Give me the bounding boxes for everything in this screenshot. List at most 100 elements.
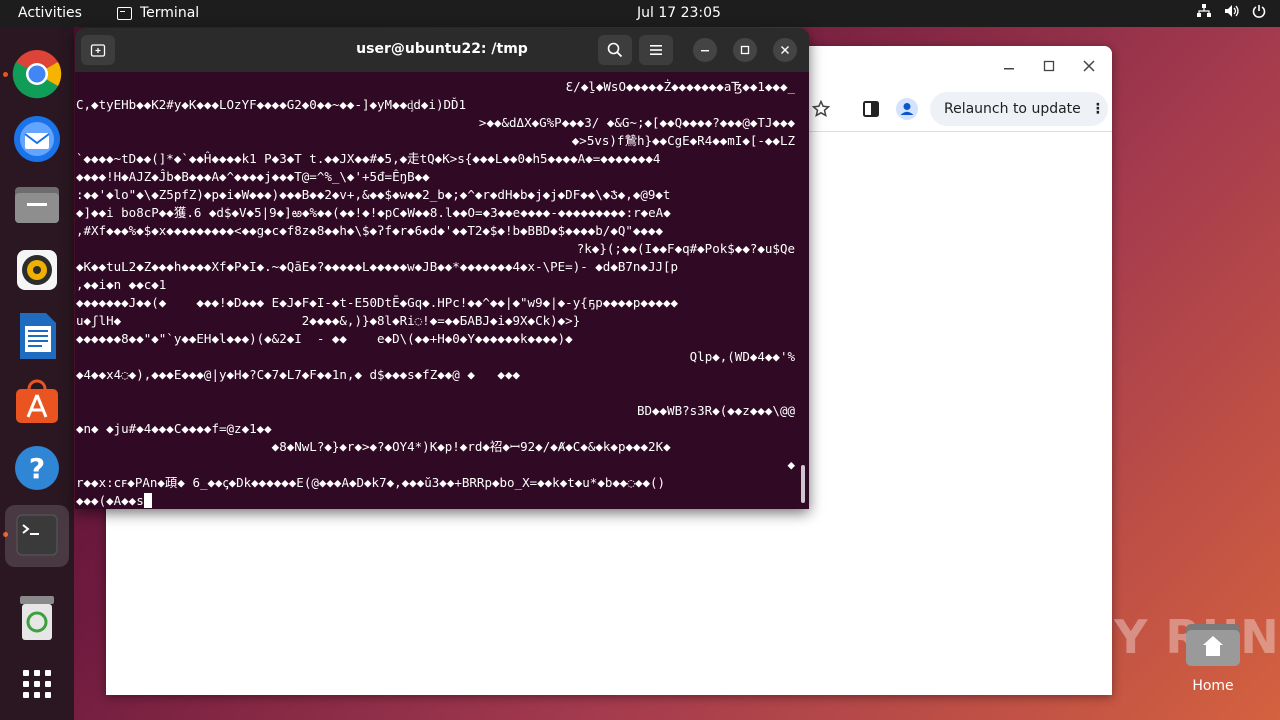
terminal-line: Ɛ/◆ḻ◆WsO◆◆◆◆◆Ż◆◆◆◆◆◆◆aꜨ◆◆1◆◆◆_ [76,78,795,96]
trash-icon[interactable] [10,591,64,645]
relaunch-to-update-button[interactable]: Relaunch to update ⋮ [930,92,1108,126]
minimize-icon [701,50,709,52]
terminal-line: ◆4◆◆x4◌◆),◆◆◆E◆◆◆@|y◆H◆?C◆7◆L7◆F◆◆1n,◆ d… [76,366,795,384]
app-menu-label: Terminal [140,5,200,21]
rhythmbox-icon[interactable] [10,243,64,297]
network-icon [1196,4,1212,22]
new-tab-button[interactable] [81,35,115,65]
volume-icon [1224,4,1240,22]
help-icon[interactable]: ? [10,441,64,495]
chrome-icon[interactable] [10,47,64,101]
terminal-line: ◆8◆NwL?◆}◆r◆>◆?◆OY4*)K◆p!◆rd◆祒◆ꟷ92◆/◆Ⱥ◆C… [76,438,795,456]
terminal-line-text: ◆8◆NwL?◆}◆r◆>◆?◆OY4*)K◆p!◆rd◆祒◆ꟷ92◆/◆Ⱥ◆C… [76,439,671,454]
terminal-line: ◆◆◆◆◆◆◆J◆◆(◆ ◆◆◆!◆D◆◆◆ E◆J◆F◆I-◆t-E50DtĒ… [76,294,795,312]
terminal-icon[interactable] [5,505,69,567]
terminal-line: r◆◆x:cꜰ◆PAn◆頙◆ 6_◆◆ꞔ◆Dk◆◆◆◆◆◆E(@◆◆◆A◆D◆k… [76,474,795,492]
terminal-line-text: ◆ [787,457,795,472]
terminal-line: :◆◆'◆lo"◆\◆Z5pfZ)◆p◆i◆W◆◆◆)◆◆◆B◆◆2◆v+,&◆… [76,186,795,204]
bookmark-star-icon[interactable] [811,99,831,122]
dock: ? [0,27,74,720]
home-folder-label: Home [1192,678,1234,694]
hamburger-menu-button[interactable] [639,35,673,65]
terminal-line: Qlp◆,(WD◆4◆◆'% [76,348,795,366]
terminal-line: C‚◆tyEHb◆◆K2#y◆K◆◆◆LOzYF◆◆◆◆G2◆0◆◆~◆◆-]◆… [76,96,795,114]
terminal-line: ◆n◆ ◆ju#◆4◆◆◆C◆◆◆◆f=@z◆1◆◆ [76,420,795,438]
close-button[interactable] [773,38,797,62]
terminal-line-text: C‚◆tyEHb◆◆K2#y◆K◆◆◆LOzYF◆◆◆◆G2◆0◆◆~◆◆-]◆… [76,97,467,112]
terminal-line-text: ◆>5vs)f鷙h}◆◆CgE◆R4◆◆mI◆[-◆◆LZ [571,133,795,148]
terminal-line: ,#Xf◆◆◆%◆$◆x◆◆◆◆◆◆◆◆◆<◆◆g◆c◆f8z◆8◆◆h◆\$◆… [76,222,795,240]
minimize-icon[interactable] [1002,58,1016,77]
terminal-line-text: Qlp◆,(WD◆4◆◆'% [689,349,795,364]
terminal-line: >◆◆&dΔX◆G%P◆◆◆3/ ◆&G~;◆[◆◆Q◆◆◆◆?◆◆◆@◆TJ◆… [76,114,795,132]
terminal-line: ?k◆}(;◆◆(I◆◆F◆q#◆Pok$◆◆?◆u$Qe [76,240,795,258]
app-menu[interactable]: Terminal [117,5,199,21]
terminal-line-text: ◆◆◆◆◆◆◆J◆◆(◆ ◆◆◆!◆D◆◆◆ E◆J◆F◆I-◆t-E50DtĒ… [76,295,679,310]
power-icon [1252,4,1266,22]
terminal-line: ◆]◆◆i bo8cP◆◆獲.6 ◆d$◆V◆5|9◆]ఱ◆%◆◆(◆◆!◆!◆… [76,204,795,222]
terminal-line-text: ,#Xf◆◆◆%◆$◆x◆◆◆◆◆◆◆◆◆<◆◆g◆c◆f8z◆8◆◆h◆\$◆… [76,223,663,238]
maximize-icon [740,45,750,55]
terminal-line: ◆K◆◆tuL2◆Z◆◆◆h◆◆◆◆Xf◆P◆I◆.~◆QāE◆?◆◆◆◆◆L◆… [76,258,795,276]
system-tray[interactable] [1196,4,1266,22]
terminal-line-text: `◆◆◆◆~tD◆◆(]*◆`◆◆Ĥ◆◆◆◆k1 P◆3◆T t.◆◆JX◆◆#… [76,151,661,166]
close-icon [781,46,789,54]
anyrun-watermark: ANY RUN [1038,610,1280,664]
hamburger-icon [650,45,662,55]
terminal-line: `◆◆◆◆~tD◆◆(]*◆`◆◆Ĥ◆◆◆◆k1 P◆3◆T t.◆◆JX◆◆#… [76,150,795,168]
terminal-line: ◆>5vs)f鷙h}◆◆CgE◆R4◆◆mI◆[-◆◆LZ [76,132,795,150]
maximize-icon[interactable] [1042,58,1056,77]
terminal-line: BD◆◆WB?s3R◆(◆◆z◆◆◆\@@ [76,402,795,420]
terminal-app-icon [117,6,132,20]
terminal-line-text: ?k◆}(;◆◆(I◆◆F◆q#◆Pok$◆◆?◆u$Qe [576,241,795,256]
search-button[interactable] [598,35,632,65]
terminal-line: u◆ʃlH◆ 2◆◆◆◆&,)}◆8l◆Ri◌!◆=◆◆БABJ◆i◆9X◆Ck… [76,312,795,330]
terminal-line: ◆◆◆(◆A◆◆s [76,492,795,509]
terminal-line-text: aꜨ◆◆1◆◆◆_ [723,79,795,94]
terminal-output[interactable]: Ɛ/◆ḻ◆WsO◆◆◆◆◆Ż◆◆◆◆◆◆◆aꜨ◆◆1◆◆◆_ C‚◆tyEHb◆◆… [75,72,809,509]
terminal-scrollbar[interactable] [801,465,805,503]
terminal-line-text: ◆4◆◆x4◌◆),◆◆◆E◆◆◆@|y◆H◆?C◆7◆L7◆F◆◆1n,◆ d… [76,367,521,382]
side-panel-icon[interactable] [862,100,880,122]
svg-text:?: ? [29,452,45,485]
close-icon[interactable] [1082,58,1096,77]
app-center-icon[interactable] [10,375,64,429]
minimize-button[interactable] [693,38,717,62]
terminal-line-text: ◆◆◆◆◆◆8◆◆"◆"`y◆◆EH◆l◆◆◆)(◆&2◆I - ◆◆ e◆D\… [76,331,573,346]
maximize-button[interactable] [733,38,757,62]
relaunch-label: Relaunch to update [944,101,1081,117]
terminal-line-text: :◆◆'◆lo"◆\◆Z5pfZ)◆p◆i◆W◆◆◆)◆◆◆B◆◆2◆v+,&◆… [76,187,671,202]
terminal-line-text: r◆◆x:cꜰ◆PAn◆頙◆ 6_◆◆ꞔ◆Dk◆◆◆◆◆◆E(@◆◆◆A◆D◆k… [76,475,666,490]
terminal-line-text: ,◆◆i◆n ◆◆c◆1 [76,277,167,292]
terminal-line-text: ◆◆◆(◆A◆◆s [76,493,144,508]
terminal-line: ◆◆◆◆◆◆8◆◆"◆"`y◆◆EH◆l◆◆◆)(◆&2◆I - ◆◆ e◆D\… [76,330,795,348]
terminal-line-text: BD◆◆WB?s3R◆(◆◆z◆◆◆\@@ [636,403,795,418]
terminal-line: ◆◆◆◆!H◆AJZ◆Ĵb◆B◆◆◆A◆^◆◆◆◆j◆◆◆T@=^%_\◆'+5… [76,168,795,186]
top-bar: Activities Terminal Jul 17 23:05 [0,0,1280,27]
search-icon [607,42,623,58]
files-icon[interactable] [10,177,64,231]
thunderbird-icon[interactable] [10,111,64,165]
terminal-headerbar[interactable]: user@ubuntu22: /tmp [75,28,809,72]
terminal-line-text: ◆K◆◆tuL2◆Z◆◆◆h◆◆◆◆Xf◆P◆I◆.~◆QāE◆?◆◆◆◆◆L◆… [76,259,679,274]
terminal-window[interactable]: user@ubuntu22: /tmp Ɛ/◆ḻ◆WsO◆◆◆◆◆Ż◆◆◆◆◆◆… [75,28,809,509]
terminal-line: ,◆◆i◆n ◆◆c◆1 [76,276,795,294]
terminal-line-text: ◆◆◆◆!H◆AJZ◆Ĵb◆B◆◆◆A◆^◆◆◆◆j◆◆◆T@=^%_\◆'+5… [76,169,430,184]
running-indicator [3,72,8,77]
terminal-line-text: u◆ʃlH◆ 2◆◆◆◆&,)}◆8l◆Ri◌!◆=◆◆БABJ◆i◆9X◆Ck… [76,313,581,328]
terminal-line: ◆ [76,456,795,474]
terminal-cursor [143,493,152,508]
libreoffice-writer-icon[interactable] [10,309,64,363]
show-apps-icon[interactable] [10,657,64,711]
home-folder-icon[interactable] [1184,620,1242,668]
activities-button[interactable]: Activities [18,5,82,21]
terminal-line-text: ◆n◆ ◆ju#◆4◆◆◆C◆◆◆◆f=@z◆1◆◆ [76,421,272,436]
profile-avatar-icon[interactable] [896,98,918,124]
clock[interactable]: Jul 17 23:05 [637,5,721,21]
more-options-icon[interactable]: ⋮ [1091,102,1105,116]
terminal-line-text: >◆◆&dΔX◆G%P◆◆◆3/ ◆&G~;◆[◆◆Q◆◆◆◆?◆◆◆@◆TJ◆… [478,115,795,130]
new-tab-icon [90,44,106,57]
terminal-line-text: Ɛ/◆ḻ◆WsO◆◆◆◆◆Ż◆◆◆◆◆◆◆ [565,79,724,94]
terminal-line-text: ◆]◆◆i bo8cP◆◆獲.6 ◆d$◆V◆5|9◆]ఱ◆%◆◆(◆◆!◆!◆… [76,205,671,220]
